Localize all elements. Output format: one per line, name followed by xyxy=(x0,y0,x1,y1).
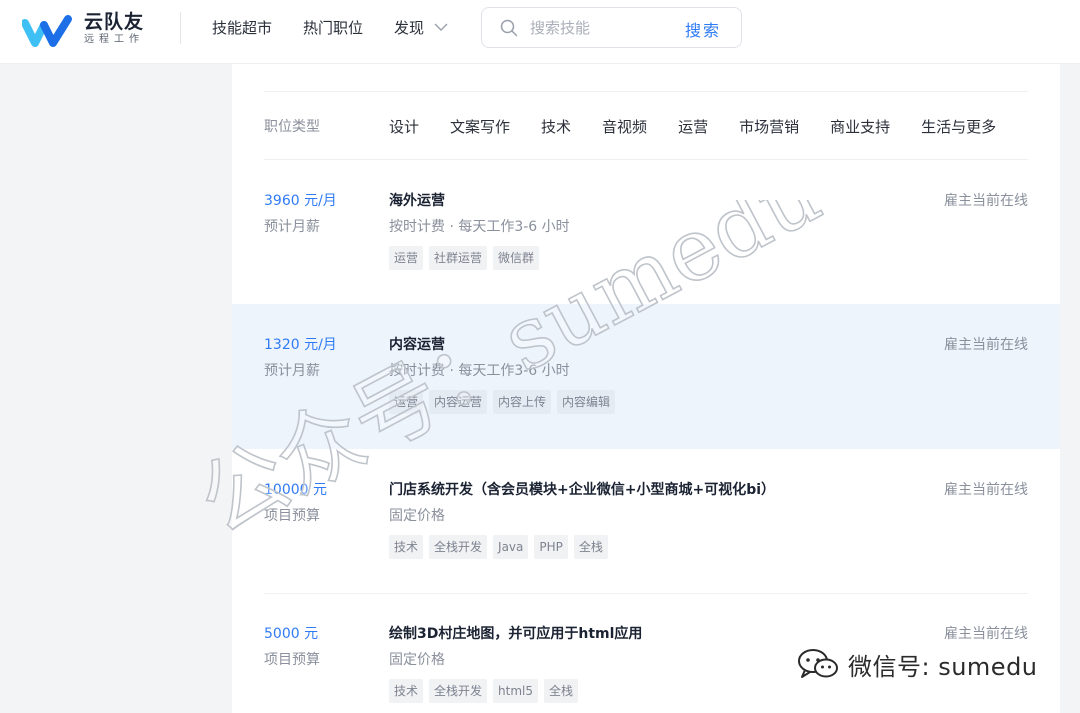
job-tag: 全栈 xyxy=(573,535,608,559)
job-tag: 技术 xyxy=(389,535,424,559)
job-tag: 全栈开发 xyxy=(429,535,488,559)
filter-life-more[interactable]: 生活与更多 xyxy=(921,116,996,137)
job-tag: 全栈 xyxy=(544,679,579,703)
job-card[interactable]: 1320 元/月 预计月薪 内容运营 按时计费 · 每天工作3-6 小时 运营 … xyxy=(232,304,1060,449)
search-icon xyxy=(500,19,518,36)
brand-tagline: 远程工作 xyxy=(84,34,144,45)
job-title[interactable]: 绘制3D村庄地图，并可应用于html应用 xyxy=(389,623,642,643)
nav-label: 发现 xyxy=(394,18,425,37)
employer-status: 雇主当前在线 xyxy=(944,482,1028,498)
job-tag: PHP xyxy=(534,535,568,559)
nav-skill-market[interactable]: 技能超市 xyxy=(212,17,272,38)
job-salary-note: 预计月薪 xyxy=(264,363,320,379)
filter-marketing[interactable]: 市场营销 xyxy=(739,116,799,137)
job-tag: 内容运营 xyxy=(429,390,488,414)
job-tag: 微信群 xyxy=(493,246,540,270)
chevron-down-icon xyxy=(434,23,448,31)
job-tag: 技术 xyxy=(389,679,424,703)
job-tag: 内容编辑 xyxy=(557,390,616,414)
job-salary: 3960 元/月 xyxy=(264,193,337,209)
job-tag: 内容上传 xyxy=(493,390,552,414)
wechat-watermark: 微信号: sumedu xyxy=(796,646,1038,682)
job-title[interactable]: 内容运营 xyxy=(389,334,445,354)
nav-label: 热门职位 xyxy=(303,18,364,37)
brand-name: 云队友 xyxy=(84,11,145,33)
employer-status: 雇主当前在线 xyxy=(944,193,1028,209)
job-tag: 运营 xyxy=(389,246,424,270)
job-meta: 按时计费 · 每天工作3-6 小时 xyxy=(389,363,570,379)
job-salary: 10000 元 xyxy=(264,482,327,498)
job-tag: 运营 xyxy=(389,390,424,414)
job-meta: 按时计费 · 每天工作3-6 小时 xyxy=(389,219,570,235)
job-card[interactable]: 3960 元/月 预计月薪 海外运营 按时计费 · 每天工作3-6 小时 运营 … xyxy=(232,160,1060,305)
job-tag: Java xyxy=(493,535,529,559)
category-filters: 设计 文案写作 技术 音视频 运营 市场营销 商业支持 生活与更多 xyxy=(389,116,1027,137)
search-box: 搜索 xyxy=(481,7,742,48)
job-card[interactable]: 10000 元 项目预算 门店系统开发（含会员模块+企业微信+小型商城+可视化b… xyxy=(232,449,1060,594)
job-tag: 社群运营 xyxy=(429,246,488,270)
search-input[interactable] xyxy=(530,18,670,37)
job-tag: 全栈开发 xyxy=(429,679,488,703)
job-salary-note: 项目预算 xyxy=(264,508,320,524)
filter-operations[interactable]: 运营 xyxy=(678,116,708,137)
filter-audio-video[interactable]: 音视频 xyxy=(602,116,647,137)
nav-discover[interactable]: 发现 xyxy=(394,17,448,38)
nav-hot-jobs[interactable]: 热门职位 xyxy=(303,17,363,38)
job-tags: 运营 内容运营 内容上传 内容编辑 xyxy=(389,390,621,414)
logo-text: 云队友 远程工作 xyxy=(84,12,144,47)
brand-logo[interactable]: 云队友 远程工作 xyxy=(22,12,144,47)
logo-icon xyxy=(22,14,72,47)
job-tag: html5 xyxy=(493,679,538,703)
header-divider xyxy=(180,12,181,44)
job-meta: 固定价格 xyxy=(389,508,445,524)
filter-tech[interactable]: 技术 xyxy=(541,116,571,137)
employer-status: 雇主当前在线 xyxy=(944,337,1028,353)
job-salary-note: 预计月薪 xyxy=(264,219,320,235)
filter-label: 职位类型 xyxy=(264,119,320,135)
watermark-footer-text: 微信号: sumedu xyxy=(848,652,1038,681)
main-nav: 技能超市 热门职位 发现 xyxy=(212,0,479,54)
filter-design[interactable]: 设计 xyxy=(389,116,419,137)
job-title[interactable]: 门店系统开发（含会员模块+企业微信+小型商城+可视化bi） xyxy=(389,479,775,499)
filter-copywriting[interactable]: 文案写作 xyxy=(450,116,510,137)
top-header: 云队友 远程工作 技能超市 热门职位 发现 搜索 xyxy=(0,0,1080,64)
search-button[interactable]: 搜索 xyxy=(685,17,721,41)
job-salary: 5000 元 xyxy=(264,626,319,642)
nav-label: 技能超市 xyxy=(212,18,273,37)
divider xyxy=(264,91,1028,92)
job-salary: 1320 元/月 xyxy=(264,337,337,353)
job-meta: 固定价格 xyxy=(389,652,445,668)
job-title[interactable]: 海外运营 xyxy=(389,190,445,210)
wechat-icon xyxy=(798,649,838,678)
job-tags: 技术 全栈开发 Java PHP 全栈 xyxy=(389,535,614,559)
employer-status: 雇主当前在线 xyxy=(944,626,1028,642)
job-tags: 运营 社群运营 微信群 xyxy=(389,246,545,270)
filter-business-support[interactable]: 商业支持 xyxy=(830,116,890,137)
job-salary-note: 项目预算 xyxy=(264,652,320,668)
job-tags: 技术 全栈开发 html5 全栈 xyxy=(389,679,584,703)
